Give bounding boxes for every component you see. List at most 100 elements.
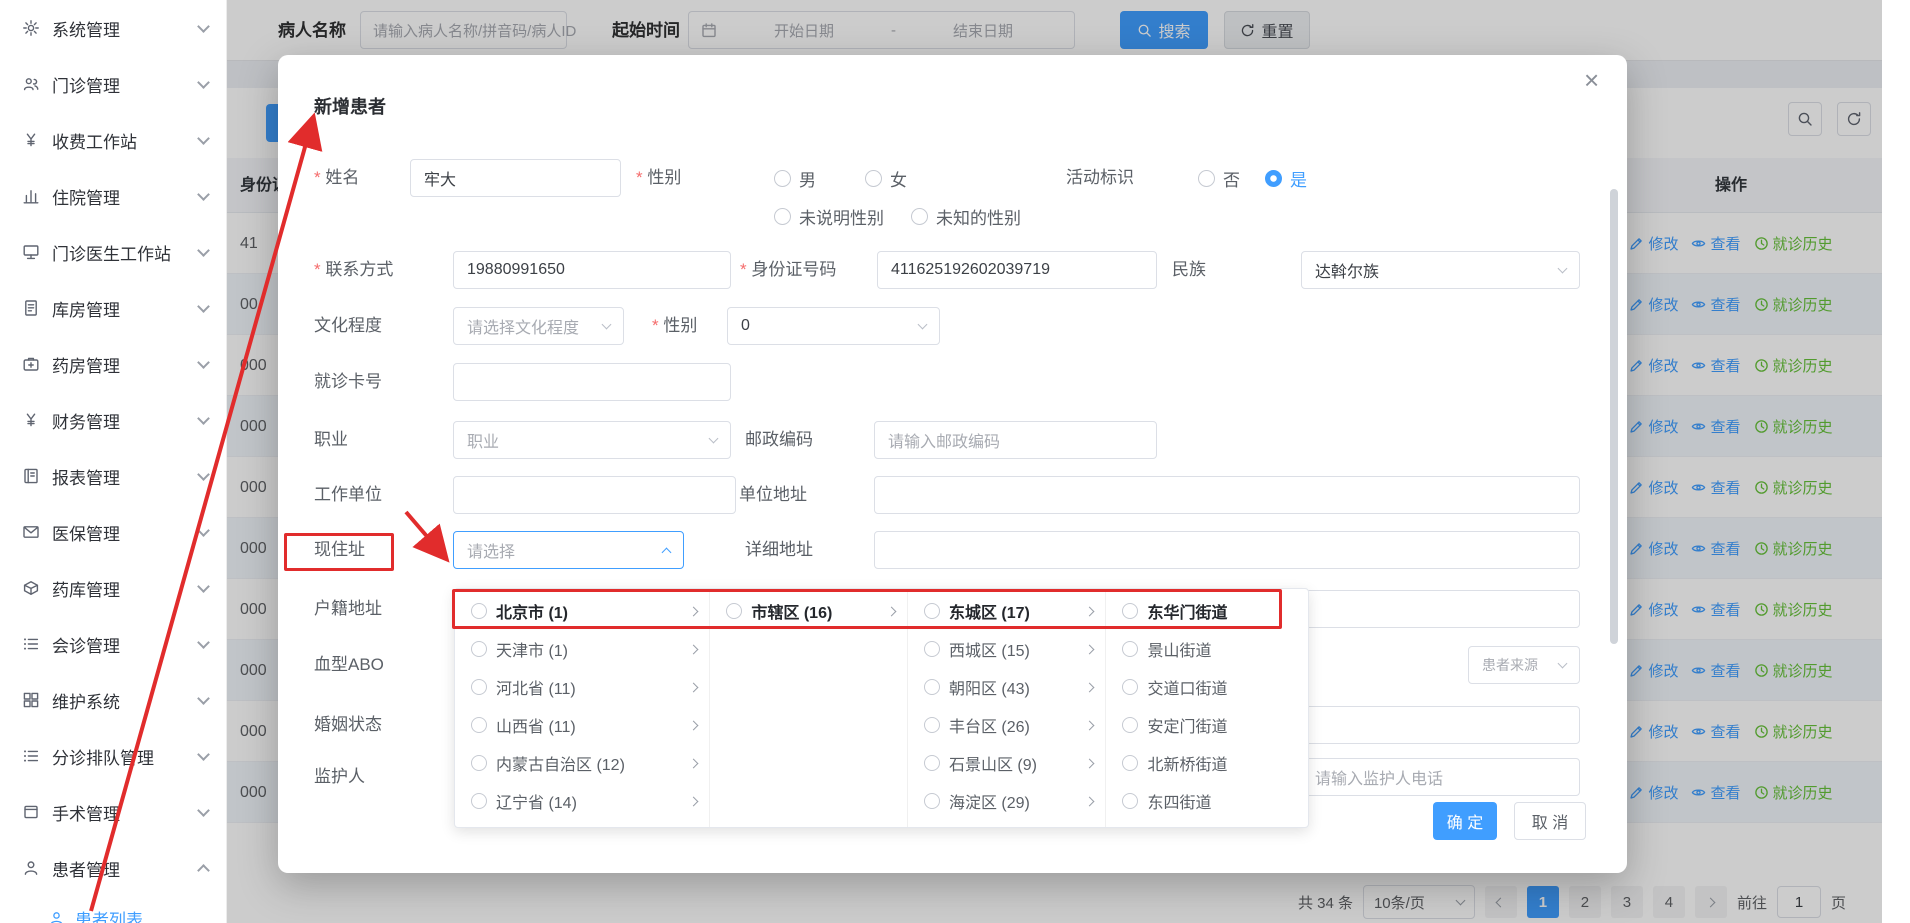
- radio-icon: [1198, 170, 1215, 187]
- monitor-icon: [22, 243, 40, 261]
- radio-icon: [924, 679, 940, 695]
- sidebar-item-warehouse-management[interactable]: 库房管理: [0, 280, 226, 336]
- chevron-down-icon: [197, 804, 210, 817]
- close-icon[interactable]: ×: [1584, 67, 1599, 93]
- sidebar-item-maintenance-system[interactable]: 维护系统: [0, 672, 226, 728]
- radio-icon: [924, 641, 940, 657]
- radio-icon: [911, 208, 928, 225]
- cancel-button[interactable]: 取 消: [1514, 802, 1586, 840]
- cascader-province-column: 北京市 (1) 天津市 (1) 河北省 (11) 山西省 (11) 内蒙古自治区…: [455, 589, 710, 827]
- visit-card-label: 就诊卡号: [314, 363, 382, 401]
- chevron-right-icon: [689, 606, 699, 616]
- current-address-cascader[interactable]: 请选择: [453, 531, 684, 569]
- contact-input[interactable]: 19880991650: [453, 251, 731, 289]
- detail-address-input[interactable]: [874, 531, 1580, 569]
- sidebar-item-surgery-management[interactable]: 手术管理: [0, 784, 226, 840]
- radio-icon: [1122, 793, 1138, 809]
- sidebar-item-patient-list[interactable]: 患者列表: [0, 896, 226, 923]
- chevron-right-icon: [1085, 720, 1095, 730]
- chevron-down-icon: [197, 692, 210, 705]
- radio-icon: [1122, 679, 1138, 695]
- cascader-option-dongcheng[interactable]: 东城区 (17): [908, 592, 1106, 630]
- chevron-right-icon: [1085, 606, 1095, 616]
- yen-icon: [22, 411, 40, 429]
- cascader-option-chaoyang[interactable]: 朝阳区 (43): [908, 668, 1106, 706]
- gender-radio-unknown[interactable]: 未知的性别: [911, 197, 1021, 235]
- contact-label: 联系方式: [314, 251, 393, 289]
- cascader-option-haidian[interactable]: 海淀区 (29): [908, 782, 1106, 820]
- sidebar-item-patient-management[interactable]: 患者管理: [0, 840, 226, 896]
- sidebar-item-billing-workstation[interactable]: 收费工作站: [0, 112, 226, 168]
- cascader-option-liaoning[interactable]: 辽宁省 (14): [455, 782, 709, 820]
- radio-icon: [924, 755, 940, 771]
- cascader-option-fengtai[interactable]: 丰台区 (26): [908, 706, 1106, 744]
- cascader-option-shijingshan[interactable]: 石景山区 (9): [908, 744, 1106, 782]
- gender2-select[interactable]: 0: [727, 307, 940, 345]
- cascader-option-hebei[interactable]: 河北省 (11): [455, 668, 709, 706]
- radio-icon: [1122, 755, 1138, 771]
- grid-icon: [22, 691, 40, 709]
- active-flag-radio-yes[interactable]: 是: [1265, 159, 1307, 197]
- sidebar-item-pharmacy-management[interactable]: 药房管理: [0, 336, 226, 392]
- user-icon: [48, 910, 65, 923]
- radio-icon: [471, 679, 487, 695]
- employer-input[interactable]: [453, 476, 736, 514]
- occupation-select[interactable]: 职业: [453, 421, 731, 459]
- chevron-right-icon: [689, 758, 699, 768]
- cascader-option-tianjin[interactable]: 天津市 (1): [455, 630, 709, 668]
- chevron-down-icon: [1558, 658, 1568, 668]
- sidebar-item-finance-management[interactable]: 财务管理: [0, 392, 226, 448]
- cascader-option-shanxi[interactable]: 山西省 (11): [455, 706, 709, 744]
- cascader-option-donghuamen[interactable]: 东华门街道: [1106, 592, 1308, 630]
- ethnicity-select[interactable]: 达斡尔族: [1301, 251, 1580, 289]
- chevron-right-icon: [1085, 796, 1095, 806]
- cascader-option-dongsi[interactable]: 东四街道: [1106, 782, 1308, 820]
- visit-card-input[interactable]: [453, 363, 731, 401]
- sidebar-item-outpatient-doctor-workstation[interactable]: 门诊医生工作站: [0, 224, 226, 280]
- sidebar-item-outpatient-management[interactable]: 门诊管理: [0, 56, 226, 112]
- cascader-option-jingshan[interactable]: 景山街道: [1106, 630, 1308, 668]
- cascader-option-beijing[interactable]: 北京市 (1): [455, 592, 709, 630]
- name-input[interactable]: 牢大: [410, 159, 621, 197]
- patient-source-select[interactable]: 患者来源: [1468, 646, 1580, 684]
- household-address-label: 户籍地址: [314, 590, 382, 628]
- sidebar-item-triage-queue-management[interactable]: 分诊排队管理: [0, 728, 226, 784]
- sidebar-item-system-management[interactable]: 系统管理: [0, 0, 226, 56]
- active-flag-radio-no[interactable]: 否: [1198, 159, 1240, 197]
- employer-address-label: 单位地址: [739, 476, 807, 514]
- cascader-option-xicheng[interactable]: 西城区 (15): [908, 630, 1106, 668]
- sidebar-item-inpatient-management[interactable]: 住院管理: [0, 168, 226, 224]
- bar-chart-icon: [22, 187, 40, 205]
- chevron-right-icon: [689, 720, 699, 730]
- sidebar-item-drug-storage-management[interactable]: 药库管理: [0, 560, 226, 616]
- cascader-option-andingmen[interactable]: 安定门街道: [1106, 706, 1308, 744]
- cascader-option-beixinqiao[interactable]: 北新桥街道: [1106, 744, 1308, 782]
- chevron-down-icon: [197, 132, 210, 145]
- cascader-option-neimenggu[interactable]: 内蒙古自治区 (12): [455, 744, 709, 782]
- chevron-down-icon: [197, 76, 210, 89]
- sidebar-item-medical-insurance-management[interactable]: 医保管理: [0, 504, 226, 560]
- chevron-down-icon: [197, 636, 210, 649]
- sidebar-item-consultation-management[interactable]: 会诊管理: [0, 616, 226, 672]
- sidebar-item-report-management[interactable]: 报表管理: [0, 448, 226, 504]
- detail-address-label: 详细地址: [745, 531, 813, 569]
- gear-icon: [22, 19, 40, 37]
- confirm-button[interactable]: 确 定: [1433, 802, 1497, 840]
- cascader-option-jiaodaokou[interactable]: 交道口街道: [1106, 668, 1308, 706]
- postal-code-input[interactable]: 请输入邮政编码: [874, 421, 1157, 459]
- gender-radio-male[interactable]: 男: [774, 159, 816, 197]
- active-flag-label: 活动标识: [1066, 159, 1134, 197]
- radio-icon: [726, 603, 742, 619]
- radio-icon: [1122, 641, 1138, 657]
- cascader-option-shixiaqu[interactable]: 市辖区 (16): [710, 592, 907, 630]
- gender-radio-female[interactable]: 女: [865, 159, 907, 197]
- education-select[interactable]: 请选择文化程度: [453, 307, 624, 345]
- id-number-label: 身份证号码: [740, 251, 836, 289]
- employer-address-input[interactable]: [874, 476, 1580, 514]
- box-icon: [22, 579, 40, 597]
- gender-radio-unstated[interactable]: 未说明性别: [774, 197, 884, 235]
- guardian-phone-input[interactable]: 请输入监护人电话: [1301, 758, 1580, 796]
- ethnicity-label: 民族: [1172, 251, 1206, 289]
- modal-scrollbar[interactable]: [1610, 189, 1618, 644]
- id-number-input[interactable]: 411625192602039719: [877, 251, 1157, 289]
